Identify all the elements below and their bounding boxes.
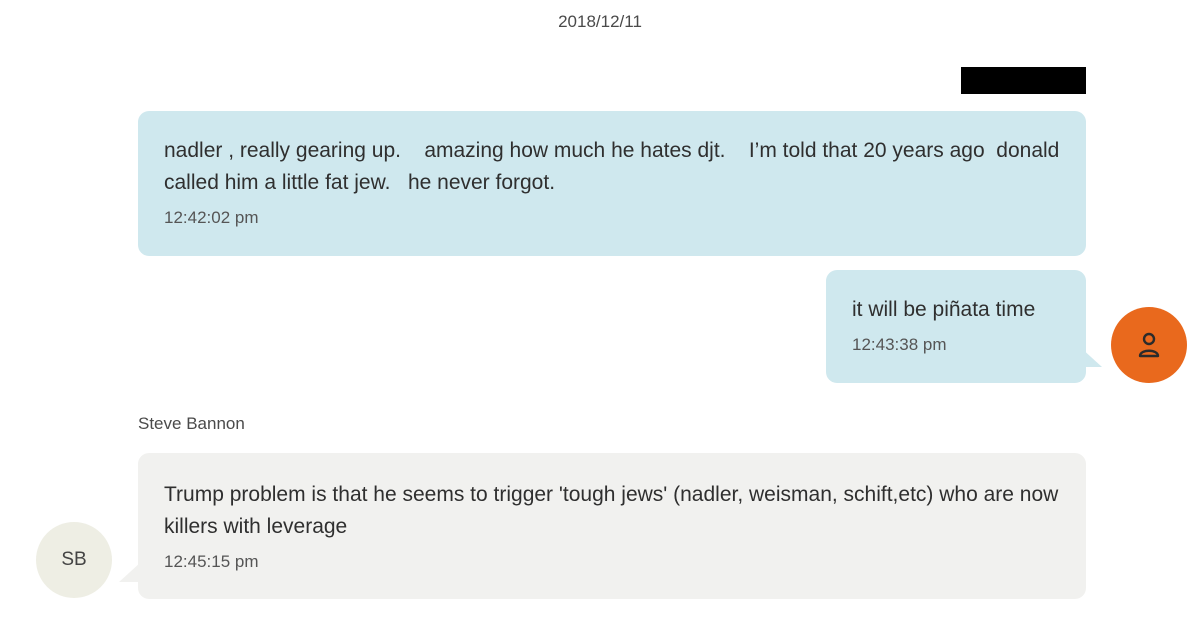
message-bubble-outgoing[interactable]: nadler , really gearing up. amazing how … bbox=[138, 111, 1086, 256]
user-avatar[interactable] bbox=[1111, 307, 1187, 383]
message-timestamp: 12:43:38 pm bbox=[852, 335, 947, 354]
message-timestamp: 12:42:02 pm bbox=[164, 208, 259, 227]
message-text: Trump problem is that he seems to trigge… bbox=[164, 483, 1065, 538]
message-bubble-outgoing[interactable]: it will be piñata time 12:43:38 pm bbox=[826, 270, 1086, 383]
message-text: nadler , really gearing up. amazing how … bbox=[164, 139, 1066, 194]
message-bubble-incoming[interactable]: Trump problem is that he seems to trigge… bbox=[138, 453, 1086, 599]
date-header: 2018/12/11 bbox=[558, 12, 642, 31]
redaction-bar bbox=[961, 67, 1086, 94]
bubble-tail bbox=[1080, 347, 1102, 367]
avatar-initials: SB bbox=[61, 549, 87, 570]
person-icon bbox=[1138, 332, 1160, 358]
sender-avatar[interactable]: SB bbox=[36, 522, 112, 598]
message-timestamp: 12:45:15 pm bbox=[164, 552, 259, 571]
message-text: it will be piñata time bbox=[852, 298, 1036, 321]
sender-name: Steve Bannon bbox=[138, 414, 245, 433]
bubble-tail bbox=[119, 562, 141, 582]
